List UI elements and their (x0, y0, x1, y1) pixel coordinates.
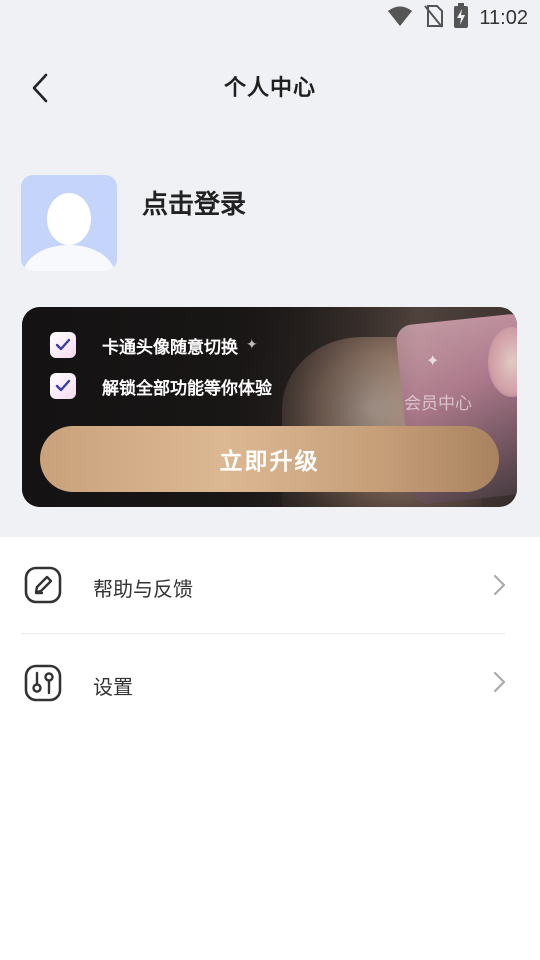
chevron-right-icon (493, 574, 506, 596)
battery-charging-icon (453, 3, 469, 33)
upgrade-button[interactable]: 立即升级 (40, 426, 499, 492)
status-icons: 11:02 (387, 3, 528, 33)
vip-card[interactable]: 卡通头像随意切换 ✦ 解锁全部功能等你体验 ✦ 会员中心 立即升级 (22, 307, 517, 507)
menu-item-settings[interactable]: 设置 (0, 634, 540, 730)
benefit-row: 卡通头像随意切换 ✦ (50, 332, 258, 358)
default-avatar-icon (23, 193, 115, 271)
login-prompt[interactable]: 点击登录 (142, 184, 246, 221)
settings-sliders-icon (24, 664, 62, 702)
chevron-right-icon (493, 671, 506, 693)
sparkle-icon: ✦ (246, 337, 258, 353)
wifi-icon (387, 5, 413, 31)
menu-item-label: 帮助与反馈 (93, 577, 193, 601)
upgrade-button-label: 立即升级 (219, 449, 320, 475)
benefit-text: 解锁全部功能等你体验 (102, 378, 272, 399)
checkbox-checked-icon (50, 332, 76, 358)
no-sim-icon (423, 4, 444, 32)
page-title: 个人中心 (223, 76, 316, 101)
menu-item-help-feedback[interactable]: 帮助与反馈 (0, 537, 540, 633)
status-time: 11:02 (479, 6, 528, 29)
vip-center-label: 会员中心 (404, 394, 472, 414)
avatar[interactable] (21, 175, 117, 271)
sparkle-icon: ✦ (426, 351, 440, 370)
status-bar: 11:02 (0, 0, 540, 36)
benefit-row: 解锁全部功能等你体验 (50, 373, 272, 399)
benefit-text: 卡通头像随意切换 (102, 337, 238, 358)
checkbox-checked-icon (50, 373, 76, 399)
edit-feedback-icon (24, 566, 62, 604)
menu-item-label: 设置 (93, 675, 133, 699)
